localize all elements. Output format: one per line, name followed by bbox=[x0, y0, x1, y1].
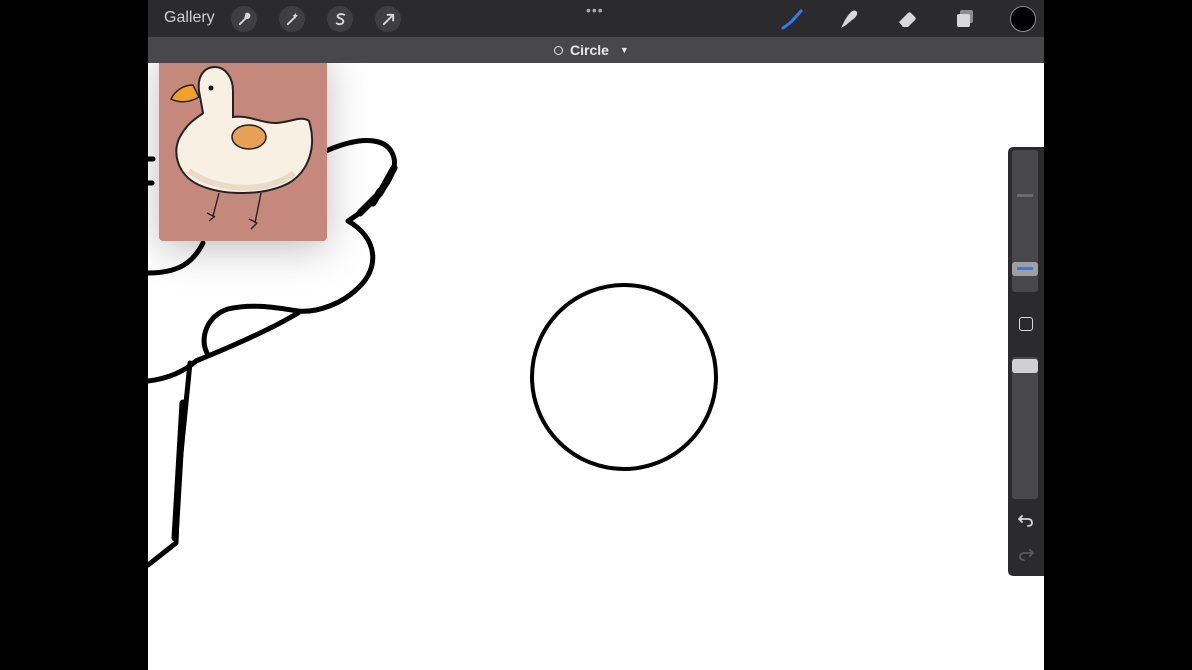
more-options-dots[interactable]: ••• bbox=[586, 2, 604, 18]
quickshape-bar: Circle ▼ bbox=[148, 37, 1044, 63]
eraser-icon[interactable] bbox=[893, 6, 921, 32]
drawn-circle[interactable] bbox=[530, 283, 718, 471]
undo-icon bbox=[1018, 515, 1033, 527]
side-toolbar bbox=[1008, 147, 1044, 576]
top-toolbar: Gallery ••• bbox=[148, 0, 1044, 37]
smudge-icon[interactable] bbox=[835, 6, 863, 32]
wrench-icon[interactable] bbox=[231, 6, 257, 32]
gallery-button[interactable]: Gallery bbox=[164, 9, 215, 27]
opacity-slider-thumb[interactable] bbox=[1012, 359, 1038, 373]
opacity-slider[interactable] bbox=[1012, 357, 1038, 499]
modify-button[interactable] bbox=[1012, 312, 1040, 336]
size-slider-marker bbox=[1017, 194, 1033, 197]
shape-label: Circle bbox=[570, 42, 609, 58]
selection-icon[interactable] bbox=[327, 6, 353, 32]
reference-window[interactable] bbox=[159, 51, 327, 241]
undo-button[interactable] bbox=[1012, 509, 1040, 533]
duck-illustration bbox=[169, 65, 314, 230]
size-slider-thumb[interactable] bbox=[1012, 262, 1038, 276]
shape-selector[interactable]: Circle ▼ bbox=[554, 41, 629, 59]
brush-icon[interactable] bbox=[778, 6, 806, 32]
color-picker-button[interactable] bbox=[1010, 6, 1036, 32]
brush-size-slider[interactable] bbox=[1012, 150, 1038, 292]
magic-wand-icon[interactable] bbox=[279, 6, 305, 32]
redo-icon bbox=[1019, 549, 1034, 561]
layers-icon[interactable] bbox=[951, 6, 979, 32]
transform-arrow-icon[interactable] bbox=[375, 6, 401, 32]
square-icon bbox=[1019, 317, 1033, 331]
caret-down-icon: ▼ bbox=[619, 45, 629, 55]
circle-outline-icon bbox=[554, 45, 563, 55]
redo-button[interactable] bbox=[1012, 543, 1040, 567]
procreate-app: Gallery ••• Circle ▼ bbox=[148, 0, 1044, 670]
